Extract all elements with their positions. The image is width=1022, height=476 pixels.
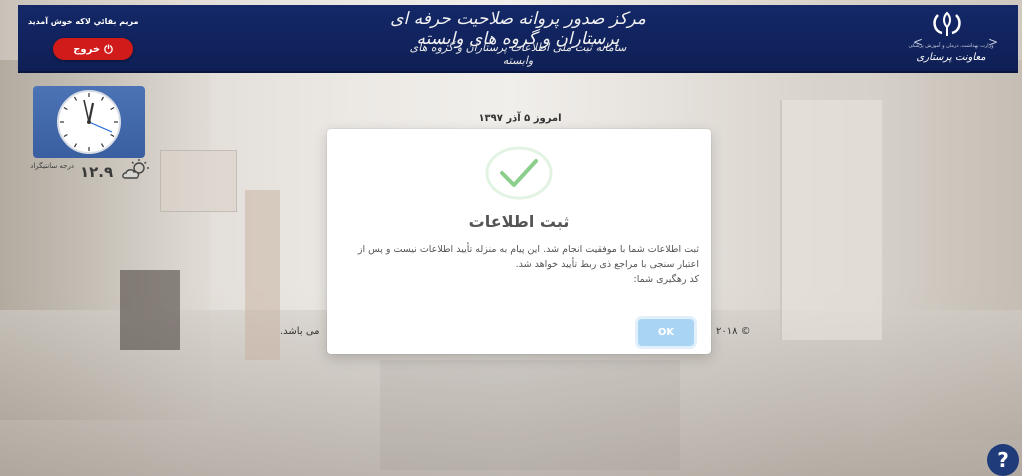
clock-face-icon — [57, 90, 121, 154]
ministry-name: وزارت بهداشت، درمان و آموزش پزشکی — [908, 43, 994, 49]
logout-label: خروج — [73, 43, 101, 55]
clock-widget — [33, 86, 145, 158]
dialog-message-text: ثبت اطلاعات شما با موفقیت انجام شد. این … — [357, 244, 699, 270]
ok-button[interactable]: OK — [638, 319, 694, 346]
emblem-logo — [933, 11, 961, 36]
power-icon: ⏻ — [104, 42, 113, 56]
today-date: امروز ۵ آذر ۱۳۹۷ — [478, 113, 562, 124]
dialog-title: ثبت اطلاعات — [468, 212, 570, 231]
weather-temperature: ۱۲.۹ — [80, 163, 114, 181]
success-dialog: ثبت اطلاعات ثبت اطلاعات شما با موفقیت ان… — [327, 129, 711, 354]
help-icon: ? — [997, 448, 1009, 472]
welcome-text: مریم بقائي لاکه خوش آمدید — [28, 17, 139, 26]
tracking-code-label: کد رهگیری شما: — [633, 274, 699, 285]
partly-cloudy-icon — [122, 159, 149, 179]
logout-button[interactable]: خروج ⏻ — [53, 38, 133, 60]
help-button[interactable]: ? — [987, 444, 1019, 476]
weather-unit-label: درجه سانتیگراد — [30, 162, 74, 170]
success-check-icon — [485, 146, 553, 200]
dialog-message: ثبت اطلاعات شما با موفقیت انجام شد. این … — [352, 242, 699, 287]
header-bar: مریم بقائي لاکه خوش آمدید خروج ⏻ مرکز صد… — [18, 5, 1018, 73]
deputy-name: معاونت پرستاری — [916, 52, 986, 63]
copyright-text: ۲۰۱۸ © — [716, 326, 751, 337]
page-subtitle: سامانه ثبت ملی اطلاعات پرستاران و گروه ه… — [409, 41, 627, 67]
footer-text: می باشد. — [280, 326, 320, 337]
